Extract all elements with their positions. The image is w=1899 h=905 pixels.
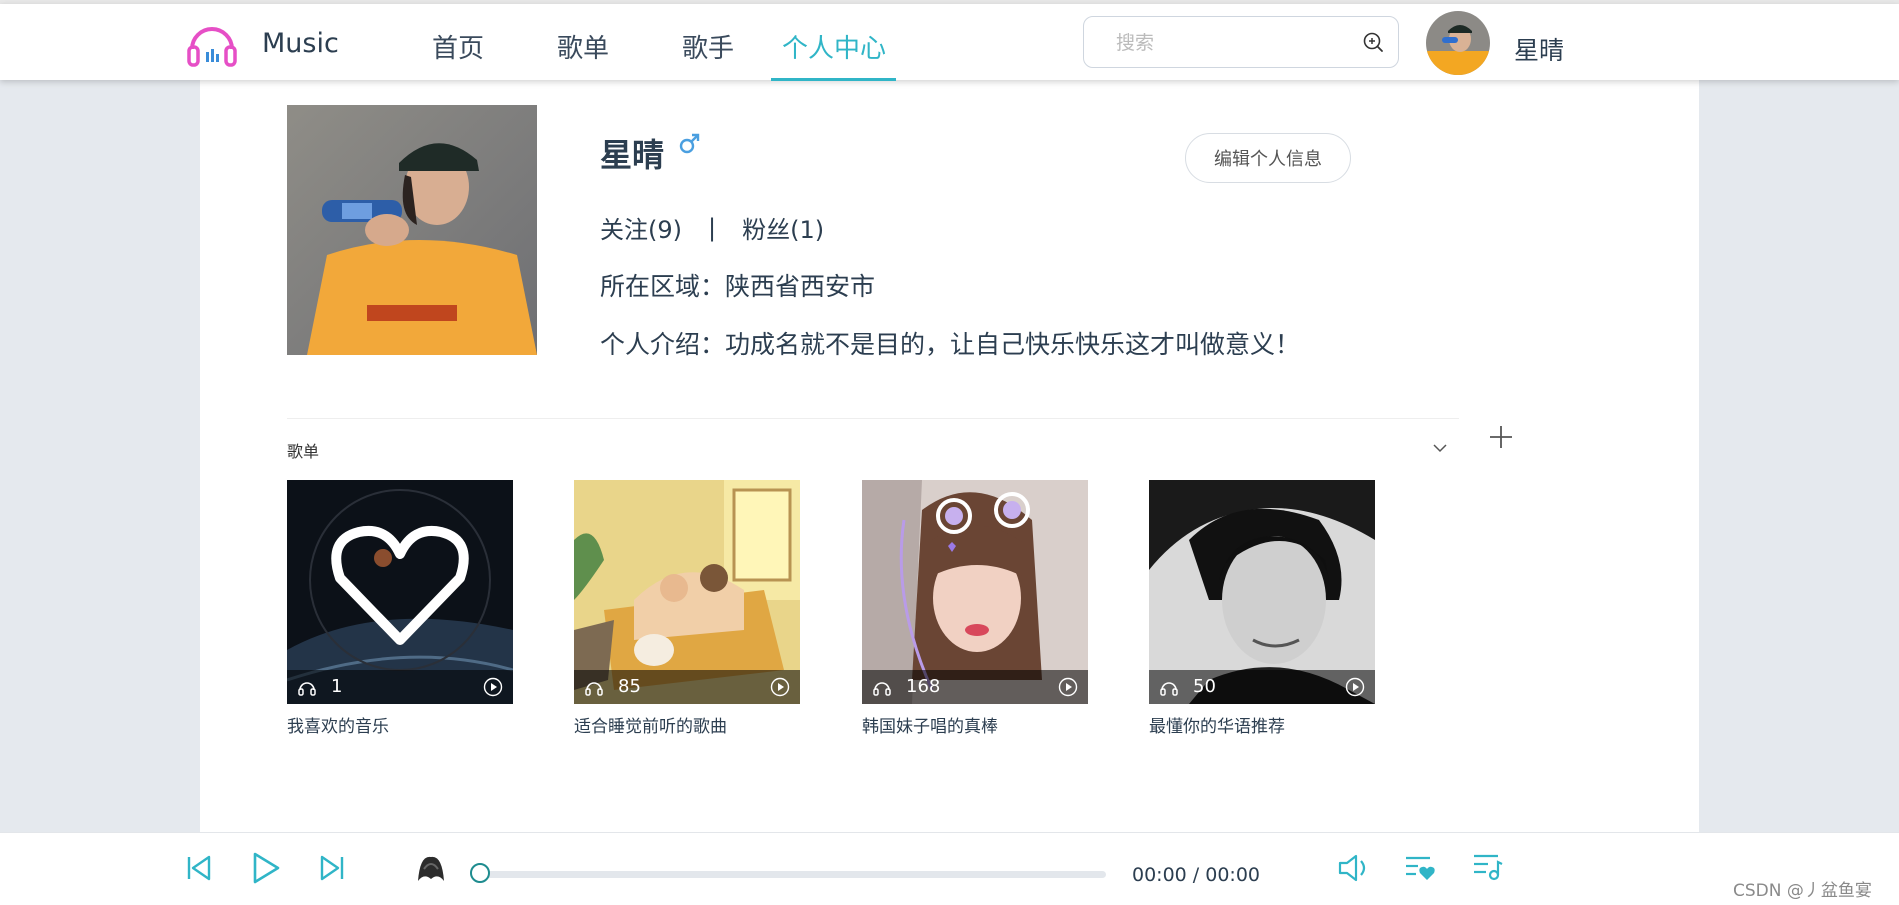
headphones-icon: [1160, 682, 1178, 696]
watermark-text: CSDN @丿盆鱼宴: [1733, 881, 1872, 901]
headphones-icon: [585, 682, 603, 696]
chevron-down-icon[interactable]: [1432, 442, 1448, 454]
nav-singers[interactable]: 歌手: [682, 28, 734, 65]
play-icon[interactable]: [250, 851, 282, 885]
progress-bar[interactable]: [470, 871, 1106, 878]
now-playing-album-art[interactable]: [412, 851, 450, 895]
headphones-icon: [873, 682, 891, 696]
cover-info-bar: 50: [1149, 670, 1375, 704]
username[interactable]: 星晴: [1514, 31, 1564, 67]
playlist-title[interactable]: 我喜欢的音乐: [287, 712, 513, 737]
search-box: [1083, 16, 1399, 68]
stats-separator: |: [708, 213, 717, 242]
followers-link[interactable]: 粉丝(1): [742, 210, 824, 245]
profile-region: 所在区域：陕西省西安市: [600, 272, 876, 301]
user-avatar[interactable]: [1426, 11, 1490, 75]
profile-name: 星晴: [600, 136, 665, 174]
profile-photo: [287, 105, 537, 355]
playback-time: 00:00 / 00:00: [1132, 864, 1260, 886]
play-circle-icon[interactable]: [1058, 677, 1078, 697]
play-count: 85: [618, 676, 641, 697]
play-count: 1: [331, 676, 343, 697]
male-icon: [679, 133, 700, 154]
profile-page: 星晴 编辑个人信息 关注(9) | 粉丝(1) 所在区域：陕西省西安市 个人介绍…: [200, 80, 1699, 832]
play-count: 50: [1193, 676, 1216, 697]
active-nav-indicator: [771, 78, 896, 81]
app-name: Music: [262, 28, 339, 59]
progress-handle[interactable]: [470, 863, 490, 883]
playlist-queue-icon[interactable]: [1472, 852, 1504, 882]
play-circle-icon[interactable]: [483, 677, 503, 697]
favorite-list-heart-icon[interactable]: [1404, 853, 1436, 883]
following-link[interactable]: 关注(9): [600, 210, 682, 245]
cover-info-bar: 85: [574, 670, 800, 704]
headphones-logo-icon[interactable]: [186, 19, 238, 71]
top-header: Music 首页 歌单 歌手 个人中心 星晴: [0, 4, 1899, 81]
playlist-cover[interactable]: 168: [862, 480, 1088, 704]
volume-icon[interactable]: [1336, 851, 1370, 885]
previous-track-icon[interactable]: [185, 853, 213, 883]
play-count: 168: [906, 676, 941, 697]
playlist-card[interactable]: 50 最懂你的华语推荐: [1149, 480, 1375, 737]
cover-info-bar: 168: [862, 670, 1088, 704]
playlist-title[interactable]: 韩国妹子唱的真棒: [862, 712, 1088, 737]
profile-intro: 个人介绍：功成名就不是目的，让自己快乐快乐这才叫做意义！: [600, 330, 1301, 359]
section-divider: [287, 418, 1459, 419]
playlist-title[interactable]: 最懂你的华语推荐: [1149, 712, 1375, 737]
playlist-cover[interactable]: 1: [287, 480, 513, 704]
nav-playlists[interactable]: 歌单: [557, 28, 609, 65]
playlist-title[interactable]: 适合睡觉前听的歌曲: [574, 712, 800, 737]
player-bar: 00:00 / 00:00: [0, 832, 1899, 905]
playlist-cover[interactable]: 50: [1149, 480, 1375, 704]
next-track-icon[interactable]: [318, 853, 346, 883]
playlist-card[interactable]: 168 韩国妹子唱的真棒: [862, 480, 1088, 737]
playlist-card[interactable]: 1 我喜欢的音乐: [287, 480, 513, 737]
follow-stats: 关注(9) | 粉丝(1): [600, 210, 824, 245]
cover-info-bar: 1: [287, 670, 513, 704]
zoom-in-search-icon[interactable]: [1362, 31, 1384, 53]
playlist-card[interactable]: 85 适合睡觉前听的歌曲: [574, 480, 800, 737]
nav-home[interactable]: 首页: [432, 28, 484, 65]
search-input[interactable]: [1114, 29, 1348, 57]
edit-profile-button[interactable]: 编辑个人信息: [1185, 133, 1351, 183]
headphones-icon: [298, 682, 316, 696]
play-circle-icon[interactable]: [770, 677, 790, 697]
playlist-cover[interactable]: 85: [574, 480, 800, 704]
playlists-section-title: 歌单: [287, 442, 320, 461]
play-circle-icon[interactable]: [1345, 677, 1365, 697]
add-playlist-plus-icon[interactable]: [1488, 424, 1514, 450]
nav-personal-center[interactable]: 个人中心: [782, 28, 886, 65]
